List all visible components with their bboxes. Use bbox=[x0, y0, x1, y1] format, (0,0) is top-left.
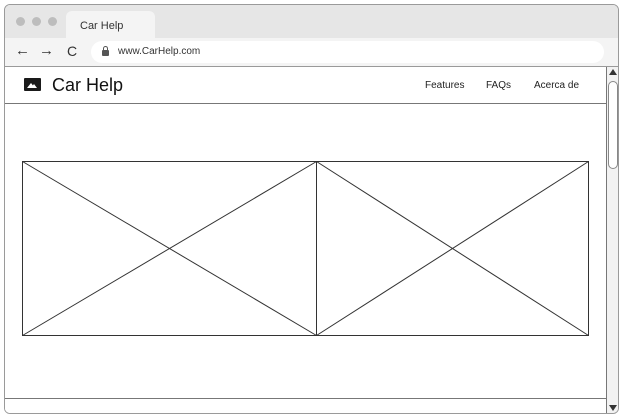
page-viewport: Car Help Features FAQs Acerca de bbox=[5, 67, 606, 413]
address-bar[interactable]: www.CarHelp.com bbox=[91, 41, 604, 63]
vertical-scrollbar[interactable] bbox=[606, 67, 618, 413]
image-icon[interactable] bbox=[24, 78, 41, 91]
forward-arrow-icon[interactable]: → bbox=[39, 42, 54, 60]
nav-link-faqs[interactable]: FAQs bbox=[486, 80, 511, 91]
nav-link-about[interactable]: Acerca de bbox=[534, 80, 579, 91]
site-brand[interactable]: Car Help bbox=[52, 75, 123, 96]
browser-toolbar: ← → C www.CarHelp.com bbox=[5, 38, 618, 67]
scrollbar-thumb[interactable] bbox=[608, 81, 618, 169]
image-placeholder-graphic bbox=[22, 161, 589, 336]
back-arrow-icon[interactable]: ← bbox=[15, 42, 30, 60]
tab-title: Car Help bbox=[80, 20, 124, 32]
scroll-up-icon[interactable] bbox=[609, 69, 617, 75]
url-text[interactable]: www.CarHelp.com bbox=[118, 46, 200, 57]
horizontal-scrollbar[interactable] bbox=[5, 398, 606, 413]
browser-tab[interactable]: Car Help bbox=[66, 11, 155, 38]
hero-image-placeholder bbox=[22, 161, 589, 336]
browser-window: Car Help ← → C www.CarHelp.com Car Help … bbox=[4, 4, 619, 414]
nav-link-features[interactable]: Features bbox=[425, 80, 464, 91]
close-window-dot[interactable] bbox=[16, 17, 25, 26]
site-header: Car Help Features FAQs Acerca de bbox=[5, 67, 606, 104]
tab-strip: Car Help bbox=[5, 5, 618, 38]
maximize-window-dot[interactable] bbox=[48, 17, 57, 26]
reload-icon[interactable]: C bbox=[67, 42, 77, 60]
lock-icon bbox=[102, 46, 109, 56]
minimize-window-dot[interactable] bbox=[32, 17, 41, 26]
scroll-down-icon[interactable] bbox=[609, 405, 617, 411]
